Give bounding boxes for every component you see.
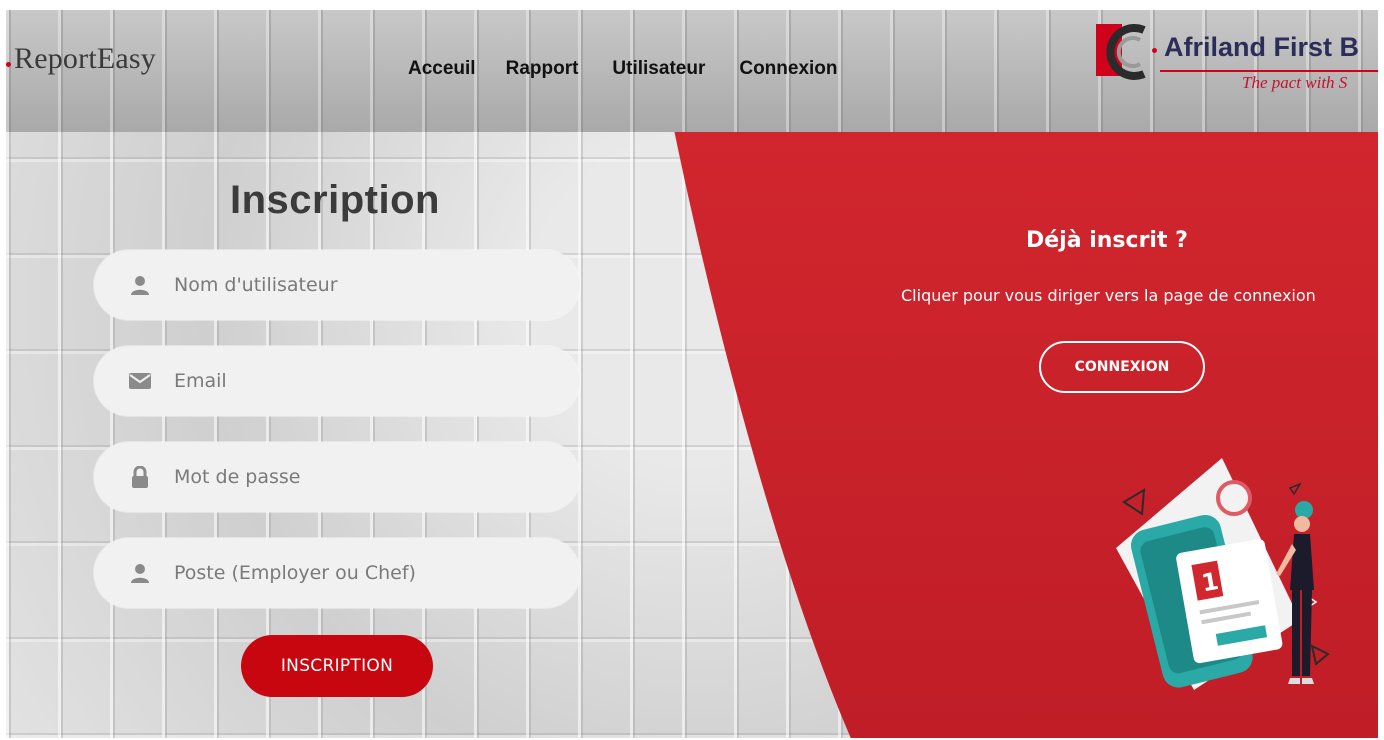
nav-utilisateur[interactable]: Utilisateur [612,58,705,80]
brand-title[interactable]: ReportEasy [14,42,156,76]
form-title: Inscription [230,178,440,222]
envelope-icon [128,369,152,393]
bank-logo-text: Afriland First B [1164,32,1360,62]
email-input[interactable] [174,361,554,401]
page-frame: ReportEasy Acceuil Rapport Utilisateur C… [6,10,1378,738]
lock-icon [128,465,152,489]
position-input[interactable] [174,553,554,593]
signup-illustration: 1 [1116,458,1330,690]
logo-bullet-icon [1152,48,1157,53]
bank-logo-tagline: The pact with S [1242,73,1348,92]
email-field[interactable] [94,346,580,416]
user-icon [128,561,152,585]
side-panel-title: Déjà inscrit ? [1026,228,1188,253]
password-field[interactable] [94,442,580,512]
bank-logo-mark-icon [1096,24,1146,80]
nav-acceuil[interactable]: Acceuil [408,58,476,80]
inscription-button[interactable]: INSCRIPTION [241,635,433,697]
user-icon [128,273,152,297]
document-card-icon: 1 [1176,539,1283,664]
top-navbar: ReportEasy Acceuil Rapport Utilisateur C… [6,10,1378,132]
position-field[interactable] [94,538,580,608]
side-panel-subtitle: Cliquer pour vous diriger vers la page d… [901,286,1316,305]
main-nav: Acceuil Rapport Utilisateur Connexion [408,58,838,80]
triangle-icon [1288,482,1302,496]
password-input[interactable] [174,457,554,497]
logo-underline [1160,70,1378,72]
username-input[interactable] [174,265,554,305]
decorative-circle-icon [1216,480,1252,516]
triangle-icon [1310,644,1330,666]
connexion-button[interactable]: CONNEXION [1039,341,1205,393]
triangle-icon [1122,488,1146,516]
nav-connexion[interactable]: Connexion [739,58,837,80]
brand-dot-icon [6,62,11,67]
username-field[interactable] [94,250,580,320]
bank-logo: Afriland First B The pact with S [1094,18,1378,102]
nav-rapport[interactable]: Rapport [506,58,579,80]
